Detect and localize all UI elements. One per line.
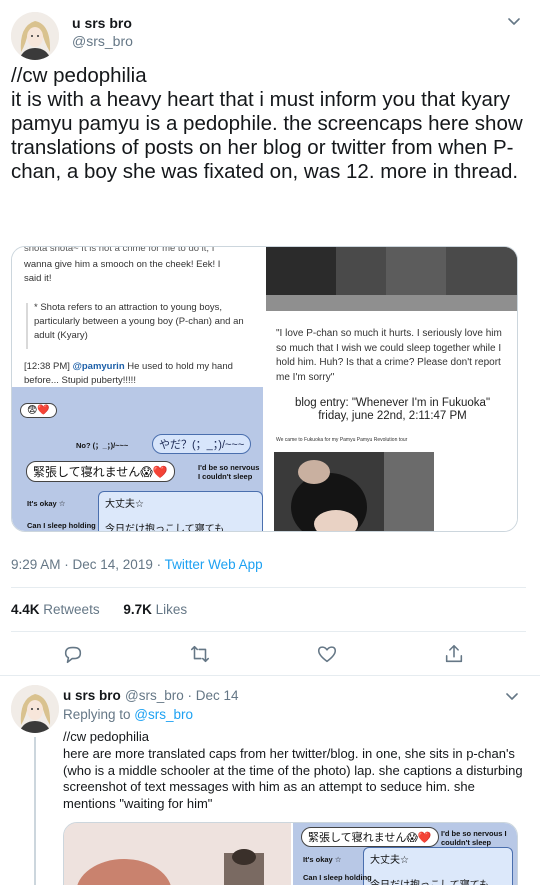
media-image-left[interactable]: shota shota~ It is not a crime for me to…	[12, 247, 263, 532]
chat-bubble: 大丈夫☆ 今日だけ抱っこして寝ても	[363, 847, 513, 885]
chat-translation: Can I sleep holding	[27, 521, 96, 530]
retweets-stat[interactable]: 4.4K Retweets	[11, 602, 100, 617]
likes-stat[interactable]: 9.7K Likes	[123, 602, 187, 617]
reply-text: //cw pedophilia here are more translated…	[63, 729, 523, 812]
tweet-text: //cw pedophilia it is with a heavy heart…	[11, 64, 523, 183]
blog-title: blog entry: "Whenever I'm in Fukuoka"	[294, 397, 491, 409]
author-handle[interactable]: @srs_bro	[72, 33, 133, 49]
reply-author-avatar[interactable]	[11, 685, 59, 733]
reply-icon[interactable]	[62, 643, 84, 665]
retweet-icon[interactable]	[189, 643, 211, 665]
quote-bar	[26, 303, 28, 349]
chat-bubble: やだ？(；_；)/~~~	[152, 434, 252, 454]
chat-translation: No? (；_；)/~~~	[76, 441, 129, 450]
photo-caption: We came to Fukuoka for my Pamyu Pamyu Re…	[276, 437, 408, 443]
replying-handle[interactable]: @srs_bro	[134, 707, 193, 722]
caption-line: said it!	[24, 273, 52, 284]
reply-media[interactable]: 緊張して寝れません😱❤️ I'd be so nervous I couldn'…	[63, 822, 518, 885]
chat-translation: Can I sleep holding	[303, 873, 372, 882]
blog-date: friday, june 22nd, 2:11:47 PM	[318, 410, 467, 422]
log-handle: @pamyurin	[72, 361, 125, 372]
media-image-right[interactable]: "I love P-chan so much it hurts. I serio…	[266, 247, 517, 531]
source-link[interactable]: Twitter Web App	[165, 557, 263, 572]
blog-entry-heading: blog entry: "Whenever I'm in Fukuoka" fr…	[266, 397, 517, 423]
photo-image	[274, 452, 434, 531]
reply-media-image-left[interactable]	[64, 823, 291, 885]
retweets-count: 4.4K	[11, 602, 40, 617]
caption-line: wanna give him a smooch on the cheek! Ee…	[24, 259, 221, 270]
likes-count: 9.7K	[123, 602, 152, 617]
author-name[interactable]: u srs bro	[72, 15, 132, 31]
author-avatar[interactable]	[11, 12, 59, 60]
share-icon[interactable]	[443, 643, 465, 665]
log-time: [12:38 PM]	[24, 361, 73, 372]
chevron-down-icon[interactable]	[504, 688, 520, 704]
reply-author-name[interactable]: u srs bro	[63, 688, 121, 703]
blog-quote: "I love P-chan so much it hurts. I serio…	[276, 328, 502, 383]
chat-log-line: [12:38 PM] @pamyurin He used to hold my …	[24, 360, 259, 388]
chat-translation: It's okay ☆	[303, 855, 342, 864]
heart-icon[interactable]	[316, 643, 338, 665]
photo-image	[266, 247, 517, 311]
tweet-timestamp: 9:29 AM · Dec 14, 2019 · Twitter Web App	[11, 557, 263, 572]
chat-translation: I'd be so nervous I couldn't sleep	[441, 829, 507, 847]
retweets-label: Retweets	[43, 602, 100, 617]
chat-screenshot: 😨❤️ No? (；_；)/~~~ やだ？(；_；)/~~~ 緊張して寝れません…	[12, 387, 263, 532]
chat-translation: It's okay ☆	[27, 499, 66, 508]
replying-to: Replying to @srs_bro	[63, 707, 193, 722]
reply-media-image-right[interactable]: 緊張して寝れません😱❤️ I'd be so nervous I couldn'…	[293, 823, 517, 885]
chat-translation: I'd be so nervous I couldn't sleep	[198, 463, 260, 481]
divider	[11, 587, 526, 588]
chat-text: 今日だけ抱っこして寝ても	[105, 524, 225, 532]
tweet-media[interactable]: shota shota~ It is not a crime for me to…	[11, 246, 518, 532]
tweet-stats: 4.4K Retweets 9.7K Likes	[11, 602, 187, 617]
shota-note: * Shota refers to an attraction to young…	[34, 302, 244, 341]
caption-line: shota shota~ It is not a crime for me to…	[24, 247, 215, 254]
likes-label: Likes	[155, 602, 188, 617]
chat-bubble: 大丈夫☆ 今日だけ抱っこして寝ても	[98, 491, 263, 532]
chat-bubble: 緊張して寝れません😱❤️	[26, 461, 175, 482]
timestamp-text[interactable]: 9:29 AM · Dec 14, 2019 ·	[11, 557, 165, 572]
reply-author-meta[interactable]: @srs_bro · Dec 14	[125, 688, 239, 703]
replying-prefix: Replying to	[63, 707, 135, 722]
thread-line	[34, 737, 36, 885]
divider	[11, 631, 526, 632]
tweet-separator	[0, 675, 540, 676]
chat-text: 大丈夫☆	[370, 855, 409, 866]
chat-text: 大丈夫☆	[105, 499, 144, 510]
chat-text: 今日だけ抱っこして寝ても	[370, 876, 506, 885]
chat-bubble: 緊張して寝れません😱❤️	[301, 827, 439, 847]
tweet-actions	[0, 643, 540, 667]
chat-bubble: 😨❤️	[20, 403, 57, 418]
chevron-down-icon[interactable]	[506, 13, 522, 29]
